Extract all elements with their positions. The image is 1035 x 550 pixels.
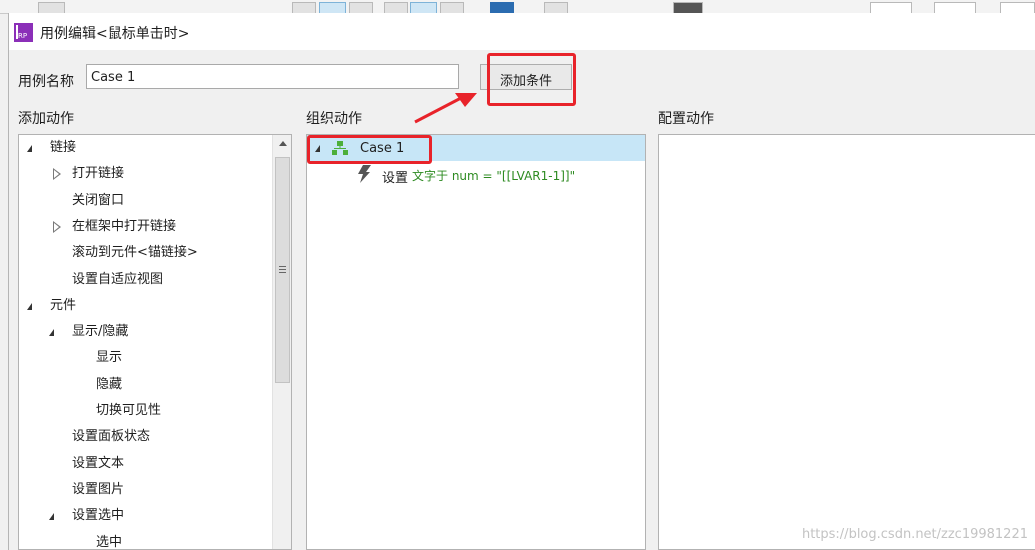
action-tree-label: 打开链接 (72, 166, 125, 182)
expand-icon[interactable] (49, 513, 54, 521)
annotation-highlight-add-condition (487, 53, 576, 106)
add-actions-heading: 添加动作 (18, 111, 74, 127)
action-tree-item[interactable]: 元件 (19, 295, 269, 317)
case-name-label: 用例名称 (18, 74, 74, 90)
scroll-up-icon[interactable] (279, 141, 287, 146)
action-tree-label: 切换可见性 (96, 403, 162, 418)
action-tree-label: 在框架中打开链接 (72, 218, 177, 234)
action-tree-item[interactable]: 显示 (19, 347, 269, 369)
grip-line (279, 272, 286, 273)
action-tree-item[interactable]: 在框架中打开链接 (19, 216, 269, 238)
align-left-button[interactable] (292, 2, 316, 13)
action-tree-item[interactable]: 隐藏 (19, 374, 269, 396)
grip-line (279, 269, 286, 270)
toolbar-field[interactable] (1000, 2, 1035, 13)
lightning-icon (358, 165, 371, 183)
action-detail: 文字于 num = "[[LVAR1-1]]" (412, 169, 576, 183)
grip-line (279, 266, 286, 267)
configure-actions-heading: 配置动作 (658, 111, 714, 127)
action-tree-label: 选中 (96, 534, 123, 550)
align-center-button[interactable] (319, 2, 346, 13)
watermark: https://blog.csdn.net/zzc19981221 (801, 527, 1028, 542)
action-tree-item[interactable]: 关闭窗口 (19, 190, 269, 212)
action-tree-item[interactable]: 设置选中 (19, 505, 269, 527)
action-tree-item[interactable]: 选中 (19, 532, 269, 550)
toolbar-field[interactable] (870, 2, 912, 13)
action-tree-label: 设置面板状态 (72, 429, 151, 445)
action-tree-item[interactable]: 链接 (19, 137, 269, 159)
action-tree-item[interactable]: 滚动到元件<锚链接> (19, 242, 269, 264)
action-tree-item[interactable]: 设置面板状态 (19, 426, 269, 448)
scroll-thumb[interactable] (275, 157, 290, 383)
action-tree-label: 设置文本 (72, 455, 125, 471)
collapse-icon[interactable] (53, 220, 62, 233)
annotation-highlight-case (307, 135, 432, 164)
actions-scrollbar[interactable] (272, 135, 291, 549)
fill-color-button[interactable] (490, 2, 514, 13)
action-tree-label: 显示 (96, 350, 123, 366)
organize-actions-heading: 组织动作 (306, 111, 362, 127)
toolbar-button[interactable] (440, 2, 464, 13)
app-icon-text: RP (18, 32, 28, 40)
action-tree-item[interactable]: 设置文本 (19, 453, 269, 475)
toolbar-field[interactable] (934, 2, 976, 13)
dialog-titlebar: RP 用例编辑<鼠标单击时> (9, 13, 1035, 50)
action-tree-label: 隐藏 (96, 376, 123, 392)
toolbar-button[interactable] (384, 2, 408, 13)
expand-icon[interactable] (49, 329, 54, 337)
action-tree-label: 设置选中 (72, 508, 125, 524)
action-tree-label: 链接 (50, 140, 77, 155)
expand-icon[interactable] (27, 302, 32, 310)
toolbar-button[interactable] (410, 2, 437, 13)
action-tree-item[interactable]: 设置图片 (19, 479, 269, 501)
action-tree-item[interactable]: 切换可见性 (19, 400, 269, 422)
action-tree-label: 滚动到元件<锚链接> (72, 245, 198, 261)
action-tree-label: 元件 (50, 297, 77, 313)
action-tree-item[interactable]: 设置自适应视图 (19, 269, 269, 291)
case-name-input[interactable]: Case 1 (86, 64, 459, 89)
action-tree-label: 设置自适应视图 (72, 271, 164, 287)
action-tree-item[interactable]: 显示/隐藏 (19, 321, 269, 343)
action-tree-label: 显示/隐藏 (72, 324, 129, 340)
axure-app-icon: RP (14, 23, 33, 42)
organize-actions-panel: Case 1 设置 文字于 num = "[[LVAR1-1]]" (306, 134, 646, 550)
action-tree-item[interactable]: 打开链接 (19, 163, 269, 185)
collapse-icon[interactable] (53, 168, 62, 181)
case-editor-dialog: RP 用例编辑<鼠标单击时> 用例名称 Case 1 添加条件 添加动作 组织动… (8, 13, 1035, 550)
background-toolbar (0, 0, 1035, 14)
toolbar-button[interactable] (673, 2, 703, 13)
expand-icon[interactable] (27, 145, 32, 152)
add-actions-panel: 链接打开链接关闭窗口在框架中打开链接滚动到元件<锚链接> 设置自适应视图元件显示/… (18, 134, 292, 550)
configure-actions-panel (658, 134, 1035, 550)
toolbar-button[interactable] (544, 2, 568, 13)
action-prefix: 设置 (382, 171, 409, 186)
toolbar-button[interactable] (38, 2, 65, 13)
action-tree-label: 设置图片 (72, 481, 125, 497)
dialog-title: 用例编辑<鼠标单击时> (40, 26, 190, 42)
align-right-button[interactable] (349, 2, 373, 13)
action-tree-label: 关闭窗口 (72, 192, 125, 208)
